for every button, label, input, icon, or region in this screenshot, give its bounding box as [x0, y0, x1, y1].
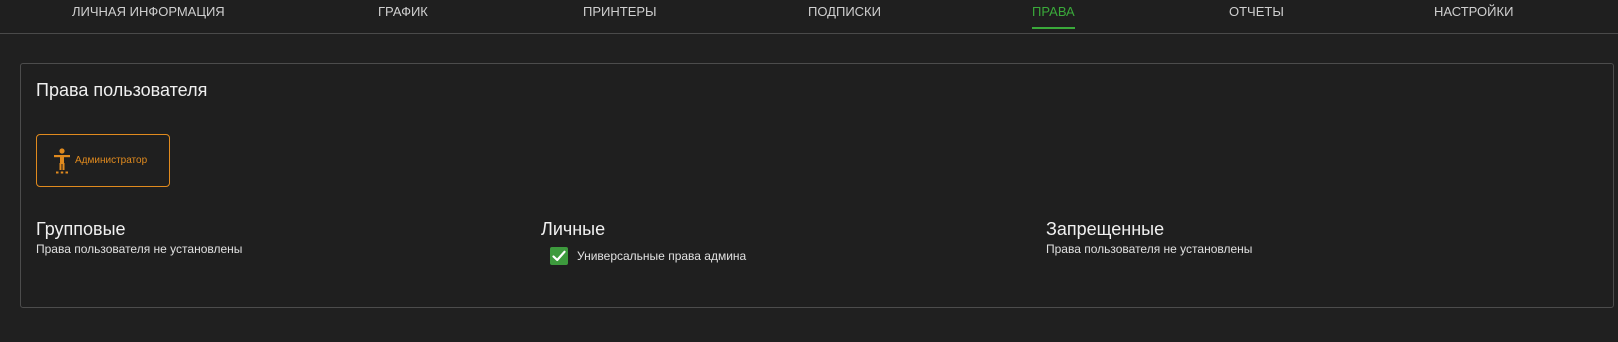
permission-item[interactable]: Универсальные права админа: [550, 247, 1021, 265]
tab-subscriptions[interactable]: ПОДПИСКИ: [808, 0, 881, 33]
tab-rights[interactable]: ПРАВА: [1032, 0, 1075, 33]
forbidden-rights-empty-text: Права пользователя не установлены: [1046, 242, 1253, 256]
accessibility-person-icon: [52, 147, 72, 174]
section-personal-rights: Личные Универсальные права админа: [541, 219, 1021, 265]
tab-personal-info[interactable]: ЛИЧНАЯ ИНФОРМАЦИЯ: [72, 0, 225, 33]
section-group-rights: Групповые Права пользователя не установл…: [36, 219, 516, 256]
role-badge-administrator[interactable]: Администратор: [36, 134, 170, 187]
tab-bar: ЛИЧНАЯ ИНФОРМАЦИЯ ГРАФИК ПРИНТЕРЫ ПОДПИС…: [0, 0, 1618, 34]
permission-checkbox[interactable]: [550, 247, 568, 265]
checkmark-icon: [552, 250, 566, 262]
section-title-group: Групповые: [36, 219, 126, 239]
tab-settings[interactable]: НАСТРОЙКИ: [1434, 0, 1513, 33]
permission-label: Универсальные права админа: [577, 249, 747, 263]
tab-schedule[interactable]: ГРАФИК: [378, 0, 428, 33]
card-title: Права пользователя: [36, 80, 208, 100]
tab-printers[interactable]: ПРИНТЕРЫ: [583, 0, 657, 33]
user-rights-card: Права пользователя Администратор Группов…: [20, 63, 1614, 308]
section-title-personal: Личные: [541, 219, 606, 239]
section-title-forbidden: Запрещенные: [1046, 219, 1165, 239]
section-forbidden-rights: Запрещенные Права пользователя не устано…: [1046, 219, 1526, 256]
group-rights-empty-text: Права пользователя не установлены: [36, 242, 243, 256]
role-label: Администратор: [75, 155, 148, 166]
tab-reports[interactable]: ОТЧЕТЫ: [1229, 0, 1284, 33]
